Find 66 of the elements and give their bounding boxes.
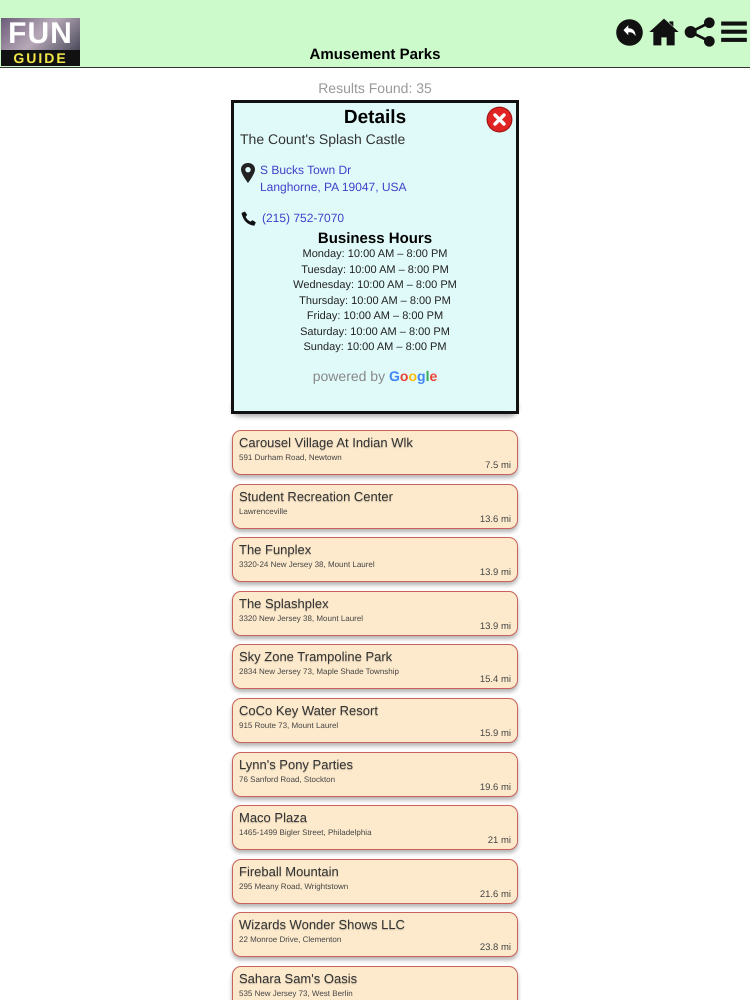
place-name: CoCo Key Water Resort	[239, 702, 379, 718]
hours-line: Wednesday: 10:00 AM – 8:00 PM	[292, 278, 458, 293]
place-address: 22 Monroe Drive, Clementon	[239, 935, 342, 944]
address-link[interactable]: Langhorne, PA 19047, USA	[260, 179, 407, 196]
phone-icon	[240, 210, 258, 228]
place-card[interactable]: Student Recreation Center Lawrenceville 13.6 mi	[232, 484, 518, 529]
place-distance: 15.9 mi	[480, 728, 511, 739]
place-address: 1465-1499 Bigler Street, Philadelphia	[239, 828, 373, 838]
place-name: Sky Zone Trampoline Park	[239, 649, 394, 664]
place-address: Lawrenceville	[239, 506, 288, 516]
back-icon[interactable]	[615, 18, 644, 46]
hours-line: Thursday: 10:00 AM – 8:00 PM	[298, 294, 452, 308]
hours-line: Friday: 10:00 AM – 8:00 PM	[306, 309, 444, 324]
place-name: Sahara Sam's Oasis	[239, 970, 358, 986]
location-pin-icon	[240, 162, 256, 184]
hours-line: Tuesday: 10:00 AM – 8:00 PM	[300, 262, 450, 278]
place-name: Carousel Village At Indian Wlk	[239, 435, 414, 450]
dialog-title: Details	[342, 107, 408, 129]
place-name: The Count's Splash Castle	[240, 131, 406, 147]
place-card[interactable]: CoCo Key Water Resort 915 Route 73, Mount Laurel 15.9 mi	[232, 698, 518, 743]
hours-line: Sunday: 10:00 AM – 8:00 PM	[302, 340, 448, 355]
results-count: Results Found: 35	[317, 80, 433, 98]
place-name: Lynn's Pony Parties	[239, 756, 354, 772]
place-card[interactable]: The Funplex 3320-24 New Jersey 38, Mount Laurel 13.9 mi	[232, 537, 518, 582]
place-distance: 15.4 mi	[480, 674, 511, 686]
place-distance: 13.9 mi	[480, 620, 511, 632]
place-name: Student Recreation Center	[239, 488, 394, 504]
place-address: 76 Sanford Road, Stockton	[239, 774, 336, 784]
place-name: Wizards Wonder Shows LLC	[239, 917, 406, 932]
place-card[interactable]: Fireball Mountain 295 Meany Road, Wrightstown 21.6 mi	[232, 858, 518, 904]
place-name: The Splashplex	[239, 596, 330, 611]
hours-line: Saturday: 10:00 AM – 8:00 PM	[299, 324, 451, 340]
place-distance: 21 mi	[488, 835, 511, 846]
place-card[interactable]: Wizards Wonder Shows LLC 22 Monroe Drive, Clementon 23.8 mi	[232, 912, 518, 958]
page-title: Amusement Parks	[310, 46, 440, 65]
address-link[interactable]: S Bucks Town Dr	[260, 162, 407, 179]
place-address: 535 New Jersey 73, West Berlin	[239, 988, 354, 998]
place-name: Maco Plaza	[239, 810, 308, 826]
hours-line: Monday: 10:00 AM – 8:00 PM	[302, 247, 448, 262]
place-address: 591 Durham Road, Newtown	[239, 453, 343, 462]
place-address: 295 Meany Road, Wrightstown	[239, 882, 350, 891]
place-card[interactable]: Maco Plaza 1465-1499 Bigler Street, Philadelphia 21 mi	[232, 805, 518, 850]
place-address: 3320 New Jersey 38, Mount Laurel	[239, 614, 364, 623]
menu-icon[interactable]	[720, 19, 748, 45]
place-name: The Funplex	[239, 542, 312, 558]
place-address: 2834 New Jersey 73, Maple Shade Township	[239, 667, 400, 676]
place-distance: 13.9 mi	[480, 567, 511, 578]
place-card[interactable]: Sahara Sam's Oasis 535 New Jersey 73, West Berlin	[232, 966, 518, 1000]
place-distance: 7.5 mi	[485, 460, 511, 471]
place-distance: 19.6 mi	[480, 782, 511, 793]
place-distance: 23.8 mi	[480, 942, 511, 954]
place-distance: 13.6 mi	[480, 514, 511, 525]
place-card[interactable]: Sky Zone Trampoline Park 2834 New Jersey 73, Maple Shade Township 15.4 mi	[232, 644, 518, 690]
home-icon[interactable]	[648, 17, 680, 47]
place-card[interactable]: Carousel Village At Indian Wlk 591 Durham Road, Newtown 7.5 mi	[232, 430, 518, 475]
place-card[interactable]: The Splashplex 3320 New Jersey 38, Mount Laurel 13.9 mi	[232, 590, 518, 636]
powered-by-label: powered by Google	[312, 368, 438, 384]
place-name: Fireball Mountain	[239, 864, 340, 879]
place-distance: 21.6 mi	[480, 888, 511, 900]
phone-link[interactable]: (215) 752-7070	[262, 210, 344, 227]
close-icon[interactable]	[486, 106, 513, 133]
share-icon[interactable]	[684, 17, 716, 47]
place-address: 915 Route 73, Mount Laurel	[239, 720, 340, 730]
place-address: 3320-24 New Jersey 38, Mount Laurel	[239, 560, 376, 570]
hours-title: Business Hours	[316, 230, 434, 247]
place-card[interactable]: Lynn's Pony Parties 76 Sanford Road, Stockton 19.6 mi	[232, 752, 518, 797]
